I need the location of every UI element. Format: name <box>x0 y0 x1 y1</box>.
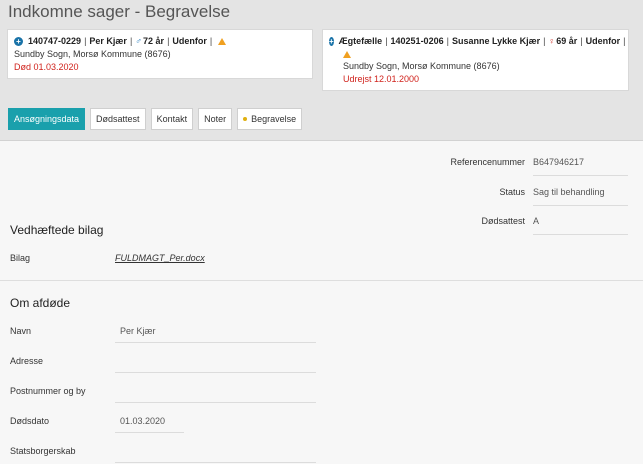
field-citizenship[interactable] <box>115 439 316 463</box>
field-label-name: Navn <box>10 326 32 336</box>
warning-triangle-icon <box>343 50 351 58</box>
status-label: Status <box>499 187 525 197</box>
tab-begravelse[interactable]: Begravelse <box>237 108 303 130</box>
field-postal[interactable] <box>115 379 316 403</box>
person-parish: Sundby Sogn, Morsø Kommune (8676) <box>14 49 171 59</box>
tab-ansoegningsdata[interactable]: Ansøgningsdata <box>8 108 86 130</box>
tab-bar: Ansøgningsdata Dødsattest Kontakt Noter … <box>8 108 303 130</box>
person-status: Død 01.03.2020 <box>14 62 79 72</box>
attachment-file-link[interactable]: FULDMAGT_Per.docx <box>115 253 205 263</box>
spouse-location: Udenfor <box>585 36 621 46</box>
deceased-title: Om afdøde <box>10 296 71 310</box>
attachment-label: Bilag <box>10 253 31 263</box>
spouse-card: + Ægtefælle | 140251-0206 | Susanne Lykk… <box>322 29 629 91</box>
plus-circle-icon[interactable]: + <box>14 37 23 46</box>
spouse-status: Udrejst 12.01.2000 <box>343 74 420 84</box>
male-person-icon: ♂ <box>135 36 143 46</box>
field-address[interactable] <box>115 349 316 373</box>
main-content: Referencenummer B647946217 Status Sag ti… <box>0 142 643 464</box>
status-value: Sag til behandling <box>533 187 628 206</box>
field-label-citizenship: Statsborgerskab <box>10 446 76 456</box>
field-death-date[interactable]: 01.03.2020 <box>115 409 184 433</box>
spouse-cpr: 140251-0206 <box>390 36 444 46</box>
death-cert-value: A <box>533 216 628 235</box>
attachments-title: Vedhæftede bilag <box>10 223 104 237</box>
field-label-death-date: Dødsdato <box>10 416 50 426</box>
section-divider <box>0 280 643 281</box>
tab-doedsattest[interactable]: Dødsattest <box>90 108 146 130</box>
reference-value: B647946217 <box>533 157 628 176</box>
dot-icon <box>243 117 248 121</box>
death-cert-label: Dødsattest <box>481 216 525 226</box>
person-location: Udenfor <box>172 36 207 46</box>
spouse-age: 69 år <box>556 36 578 46</box>
tab-kontakt[interactable]: Kontakt <box>150 108 194 130</box>
person-cpr: 140747-0229 <box>28 36 82 46</box>
field-label-postal: Postnummer og by <box>10 386 86 396</box>
person-card: + 140747-0229 | Per Kjær | ♂ 72 år | Ude… <box>7 29 313 79</box>
field-name[interactable]: Per Kjær <box>115 319 316 343</box>
page-title: Indkomne sager - Begravelse <box>8 2 231 21</box>
spouse-parish: Sundby Sogn, Morsø Kommune (8676) <box>343 61 500 71</box>
spouse-name: Susanne Lykke Kjær <box>451 36 541 46</box>
warning-triangle-icon <box>218 38 227 45</box>
spouse-relation: Ægtefælle <box>338 36 383 46</box>
person-age: 72 år <box>143 36 165 46</box>
field-label-address: Adresse <box>10 356 44 366</box>
plus-circle-icon[interactable]: + <box>329 37 334 46</box>
page-header: Indkomne sager - Begravelse + 140747-022… <box>0 0 643 141</box>
tab-noter[interactable]: Noter <box>198 108 233 130</box>
person-name: Per Kjær <box>89 36 127 46</box>
female-person-icon: ♀ <box>548 36 556 46</box>
reference-label: Referencenummer <box>450 157 525 167</box>
